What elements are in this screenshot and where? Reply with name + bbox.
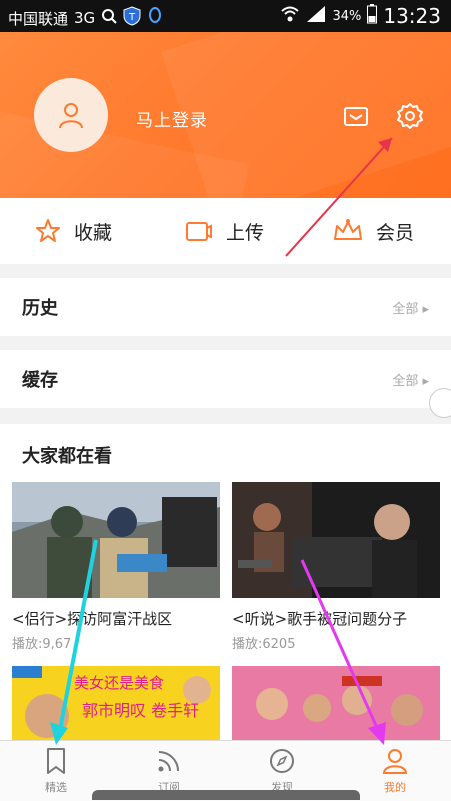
popular-section: 大家都在看 <侣行>探访阿富汗战区 播放:9,67 <听说>歌手被冠问题分子 播… — [0, 424, 451, 740]
video-thumbnail[interactable] — [232, 482, 440, 598]
floating-handle[interactable] — [429, 388, 451, 418]
favorites-label: 收藏 — [74, 221, 113, 244]
popular-title: 大家都在看 — [22, 446, 112, 467]
video-thumbnail[interactable] — [12, 482, 220, 598]
shield-icon: T — [123, 6, 141, 30]
network-label: 3G — [74, 9, 96, 27]
tab-subscribe[interactable]: 订阅 — [139, 747, 199, 795]
svg-text:T: T — [128, 12, 136, 23]
chevron-right-icon: ▸ — [422, 374, 429, 389]
cache-more-link[interactable]: 全部 ▸ — [392, 370, 429, 389]
qq-icon — [147, 7, 163, 29]
search-icon — [101, 8, 117, 28]
play-count: 播放:6205 — [232, 637, 296, 652]
video-card[interactable]: <听说>歌手被冠问题分子 播放:6205 — [232, 482, 440, 652]
tab-mine[interactable]: 我的 — [365, 747, 425, 795]
video-title[interactable]: <听说>歌手被冠问题分子 — [232, 608, 440, 629]
vip-label: 会员 — [376, 221, 415, 244]
quick-actions: 收藏 上传 会员 — [0, 198, 451, 264]
tab-label: 我的 — [384, 781, 406, 794]
avatar[interactable] — [34, 78, 108, 152]
bookmark-icon — [47, 748, 65, 774]
login-link[interactable]: 马上登录 — [136, 106, 208, 131]
video-card[interactable]: <侣行>探访阿富汗战区 播放:9,67 — [12, 482, 220, 652]
system-nav-handle[interactable] — [92, 790, 360, 800]
battery-percent: 34% — [332, 8, 362, 24]
tab-label: 精选 — [45, 781, 67, 794]
vip-button[interactable]: 会员 — [332, 198, 414, 264]
video-title[interactable]: <侣行>探访阿富汗战区 — [12, 608, 220, 629]
banner-subtext: 郭市明叹 卷手轩 — [82, 701, 199, 720]
video-thumbnail[interactable]: 美女还是美食 郭市明叹 卷手轩 — [12, 666, 220, 740]
upload-label: 上传 — [226, 221, 265, 244]
settings-icon[interactable] — [396, 102, 424, 130]
star-icon — [36, 219, 60, 242]
rss-icon — [158, 751, 179, 772]
cache-section[interactable]: 缓存 全部 ▸ — [0, 350, 451, 408]
battery-icon — [367, 4, 378, 28]
history-more-link[interactable]: 全部 ▸ — [392, 298, 429, 317]
favorites-button[interactable]: 收藏 — [34, 198, 112, 264]
upload-icon — [186, 222, 212, 241]
carrier-label: 中国联通 — [8, 9, 69, 28]
status-bar: 中国联通 3G T 34% 13:23 — [0, 0, 451, 32]
video-card[interactable] — [232, 666, 440, 740]
profile-header: 马上登录 — [0, 32, 451, 198]
compass-icon — [270, 749, 294, 773]
chevron-right-icon: ▸ — [422, 302, 429, 317]
clock: 13:23 — [383, 4, 441, 28]
tab-discover[interactable]: 发现 — [252, 747, 312, 795]
upload-button[interactable]: 上传 — [184, 198, 264, 264]
tab-featured[interactable]: 精选 — [26, 747, 86, 795]
cache-title: 缓存 — [22, 370, 58, 391]
play-count: 播放:9,67 — [12, 637, 72, 652]
video-card[interactable]: 美女还是美食 郭市明叹 卷手轩 — [12, 666, 220, 740]
signal-icon — [306, 5, 326, 27]
wifi-icon — [280, 5, 300, 27]
user-icon — [59, 103, 83, 129]
banner-text: 美女还是美食 — [74, 674, 164, 692]
user-icon — [382, 749, 408, 774]
video-thumbnail[interactable] — [232, 666, 440, 740]
history-title: 历史 — [22, 298, 58, 319]
crown-icon — [334, 219, 362, 240]
history-section[interactable]: 历史 全部 ▸ — [0, 278, 451, 336]
message-icon[interactable] — [342, 102, 370, 130]
